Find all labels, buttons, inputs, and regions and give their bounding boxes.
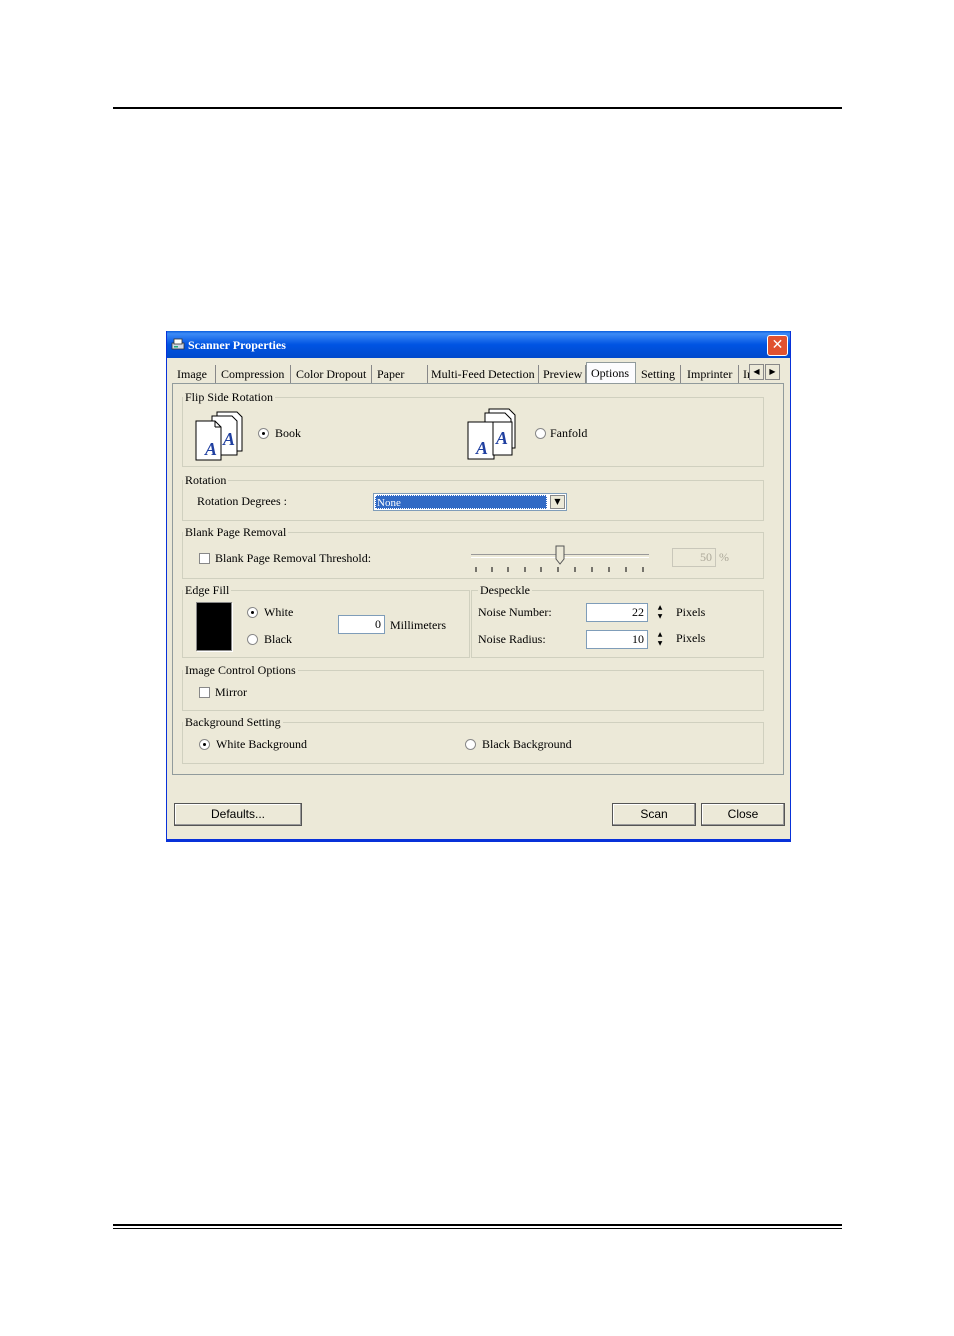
page-header-rule xyxy=(113,107,842,109)
tab-compression[interactable]: Compression xyxy=(217,365,291,383)
edge-fill-white-label: White xyxy=(264,605,294,619)
blank-page-removal-group: Blank Page Removal Blank Page Removal Th… xyxy=(182,525,764,579)
millimeters-label: Millimeters xyxy=(390,618,446,632)
book-label: Book xyxy=(275,426,302,440)
dropdown-arrow-button[interactable]: ▼ xyxy=(550,495,565,509)
tab-scroll-right-button[interactable]: ▶ xyxy=(765,364,780,380)
group-title: Rotation xyxy=(183,473,229,488)
arrow-left-icon: ◀ xyxy=(753,367,760,376)
rotation-degrees-value: None xyxy=(375,495,547,509)
book-radio[interactable] xyxy=(258,428,269,439)
options-tab-page: Flip Side Rotation A A Book A A Fanfold xyxy=(172,383,784,775)
rotation-degrees-select[interactable]: None ▼ xyxy=(373,493,567,511)
page-footer-rule xyxy=(113,1224,842,1226)
noise-radius-spinner[interactable]: ▲ ▼ xyxy=(652,630,668,649)
tab-strip: Image Compression Color Dropout Paper Mu… xyxy=(173,362,783,384)
fanfold-label: Fanfold xyxy=(550,426,588,440)
group-title: Blank Page Removal xyxy=(183,525,289,540)
edge-fill-color-preview xyxy=(196,602,232,651)
fanfold-radio[interactable] xyxy=(535,428,546,439)
tab-scroll-arrows: ◀ ▶ xyxy=(749,364,781,380)
black-background-radio[interactable] xyxy=(465,739,476,750)
scanner-icon xyxy=(171,338,185,350)
rotation-group: Rotation Rotation Degrees : None ▼ xyxy=(182,473,764,521)
arrow-right-icon: ▶ xyxy=(769,367,776,376)
group-title: Image Control Options xyxy=(183,663,298,678)
despeckle-group: Despeckle Noise Number: 22 ▲ ▼ Pixels No… xyxy=(471,583,764,658)
group-title: Edge Fill xyxy=(183,583,232,598)
scan-button[interactable]: Scan xyxy=(612,803,696,826)
tab-multi-feed-detection[interactable]: Multi-Feed Detection xyxy=(427,365,539,383)
image-control-options-group: Image Control Options Mirror xyxy=(182,663,764,711)
title-bar[interactable]: Scanner Properties ✕ xyxy=(167,331,790,358)
flip-side-rotation-group: Flip Side Rotation A A Book A A Fanfold xyxy=(182,390,764,467)
tab-paper[interactable]: Paper xyxy=(373,365,428,383)
close-button[interactable]: Close xyxy=(701,803,785,826)
book-pages-icon: A A xyxy=(195,411,243,461)
noise-radius-label: Noise Radius: xyxy=(478,632,546,646)
rotation-degrees-label: Rotation Degrees : xyxy=(197,494,287,508)
slider-ticks xyxy=(475,567,644,572)
noise-number-field[interactable]: 22 xyxy=(586,603,648,622)
noise-number-unit: Pixels xyxy=(676,605,706,619)
black-background-label: Black Background xyxy=(482,737,572,751)
group-title: Flip Side Rotation xyxy=(183,390,276,405)
threshold-value-field[interactable]: 50 xyxy=(672,548,716,567)
white-background-radio[interactable] xyxy=(199,739,210,750)
white-background-label: White Background xyxy=(216,737,307,751)
group-title: Despeckle xyxy=(478,583,532,598)
noise-radius-unit: Pixels xyxy=(676,631,706,645)
spin-down-icon[interactable]: ▼ xyxy=(652,612,668,621)
edge-fill-white-radio[interactable] xyxy=(247,607,258,618)
edge-fill-millimeters-field[interactable]: 0 xyxy=(338,615,385,634)
threshold-unit: % xyxy=(719,550,729,564)
tab-scroll-left-button[interactable]: ◀ xyxy=(749,364,764,380)
mirror-label: Mirror xyxy=(215,685,247,699)
mirror-checkbox[interactable] xyxy=(199,687,210,698)
page-footer-rule-thin xyxy=(113,1228,842,1229)
tab-options[interactable]: Options xyxy=(586,362,636,384)
slider-thumb[interactable] xyxy=(555,545,565,565)
noise-radius-field[interactable]: 10 xyxy=(586,630,648,649)
blank-page-threshold-checkbox[interactable] xyxy=(199,553,210,564)
noise-number-label: Noise Number: xyxy=(478,605,552,619)
svg-text:A: A xyxy=(495,428,508,448)
noise-number-spinner[interactable]: ▲ ▼ xyxy=(652,603,668,622)
group-title: Background Setting xyxy=(183,715,283,730)
tab-preview[interactable]: Preview xyxy=(539,365,586,383)
edge-fill-black-label: Black xyxy=(264,632,292,646)
svg-text:A: A xyxy=(222,429,235,449)
svg-text:A: A xyxy=(204,439,217,459)
close-icon: ✕ xyxy=(771,337,784,353)
defaults-button[interactable]: Defaults... xyxy=(174,803,302,826)
threshold-slider[interactable] xyxy=(471,545,651,573)
chevron-down-icon: ▼ xyxy=(554,497,561,506)
edge-fill-group: Edge Fill White Black 0 Millimeters xyxy=(182,583,470,658)
edge-fill-black-radio[interactable] xyxy=(247,634,258,645)
tab-image[interactable]: Image xyxy=(173,365,216,383)
scanner-properties-dialog: Scanner Properties ✕ Image Compression C… xyxy=(166,331,791,842)
fanfold-pages-icon: A A xyxy=(467,408,516,460)
background-setting-group: Background Setting White Background Blac… xyxy=(182,715,764,764)
tab-color-dropout[interactable]: Color Dropout xyxy=(292,365,372,383)
tab-imprinter[interactable]: Imprinter xyxy=(683,365,739,383)
window-title: Scanner Properties xyxy=(188,338,286,352)
svg-text:A: A xyxy=(475,438,488,458)
window-close-button[interactable]: ✕ xyxy=(767,335,788,356)
tab-setting[interactable]: Setting xyxy=(637,365,681,383)
spin-down-icon[interactable]: ▼ xyxy=(652,639,668,648)
blank-page-threshold-label: Blank Page Removal Threshold: xyxy=(215,551,372,565)
